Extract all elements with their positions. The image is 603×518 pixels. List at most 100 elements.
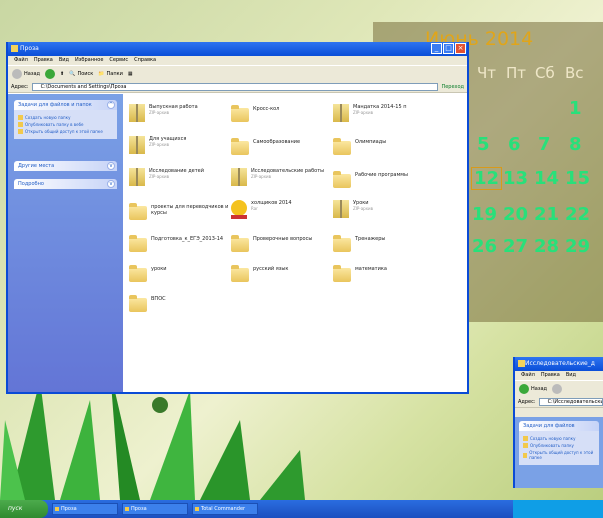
views-button[interactable]: ▦ [128, 71, 133, 77]
share-icon [18, 129, 23, 134]
file-item[interactable]: Для учащихся ZIP-архив [129, 136, 229, 154]
taskbar-button[interactable]: Проза [52, 503, 118, 515]
panel-header[interactable]: Подробно v [14, 179, 117, 189]
back-button[interactable]: Назад [12, 69, 40, 79]
menu-edit[interactable]: Правка [34, 56, 53, 65]
calendar-day[interactable]: 15 [565, 168, 590, 189]
item-name: проекты для переводчиков и курсы [151, 204, 229, 216]
calendar-day[interactable]: 19 [472, 204, 497, 225]
folder-item[interactable]: русский язык [231, 265, 331, 282]
calendar-day[interactable]: 21 [534, 204, 559, 225]
calendar-day[interactable]: 20 [503, 204, 528, 225]
up-arrow-icon: ⬆ [60, 71, 65, 77]
folder-item[interactable]: уроки [129, 265, 229, 282]
back-label: Назад [531, 386, 548, 392]
task-link[interactable]: Открыть общий доступ к этой папке [523, 450, 595, 460]
menu-favorites[interactable]: Избранное [75, 56, 103, 65]
title-bar[interactable]: Исследовательские_д [515, 357, 603, 371]
calendar-day[interactable]: 26 [472, 236, 497, 257]
folder-item[interactable]: Подготовка_к_ЕГЭ_2013-14 [129, 235, 229, 252]
calendar-day[interactable]: 14 [534, 168, 559, 189]
item-name: Проверочные вопросы [253, 236, 313, 242]
minimize-button[interactable]: _ [431, 43, 442, 54]
menu-help[interactable]: Справка [134, 56, 156, 65]
panel-title: Другие места [18, 163, 55, 169]
address-label: Адрес: [518, 399, 536, 405]
folder-item[interactable]: Самообразование [231, 138, 331, 155]
file-item[interactable]: холщиков 2014 Rar [231, 200, 331, 219]
folder-item[interactable]: ВПОС [129, 295, 229, 312]
panel-title: Задачи для файлов [523, 423, 575, 429]
title-bar[interactable]: Проза _ □ × [8, 42, 467, 56]
calendar-day[interactable]: 13 [503, 168, 528, 189]
task-link[interactable]: Опубликовать папку [523, 443, 595, 448]
task-label: Создать новую папку [530, 436, 576, 441]
folder-item[interactable]: проекты для переводчиков и курсы [129, 203, 229, 220]
item-name: Рабочие программы [355, 172, 408, 178]
task-link[interactable]: Опубликовать папку в вебе [18, 122, 113, 127]
menu-tools[interactable]: Сервис [109, 56, 128, 65]
calendar-day[interactable]: 28 [534, 236, 559, 257]
folder-icon [231, 138, 249, 155]
folder-item[interactable]: Рабочие программы [333, 171, 433, 188]
calendar-day[interactable]: 29 [565, 236, 590, 257]
menu-view[interactable]: Вид [566, 371, 576, 380]
item-name: Самообразование [253, 139, 301, 145]
file-item[interactable]: Выпускная работа ZIP-архив [129, 104, 229, 122]
menu-file[interactable]: Файл [521, 371, 535, 380]
file-item[interactable]: Исследовательские работы ZIP-архив [231, 168, 331, 186]
up-button[interactable]: ⬆ [60, 71, 64, 77]
back-arrow-icon [12, 69, 22, 79]
menu-file[interactable]: Файл [14, 56, 28, 65]
folder-item[interactable]: Тренажеры [333, 235, 433, 252]
task-link[interactable]: Открыть общий доступ к этой папке [18, 129, 113, 134]
panel-header[interactable]: Другие места v [14, 161, 117, 171]
folder-item[interactable]: Олимпиады [333, 138, 433, 155]
taskbar-button[interactable]: Total Commander [192, 503, 258, 515]
calendar-today[interactable]: 12 [470, 167, 503, 190]
weekday-label: Сб [535, 64, 555, 82]
file-item[interactable]: Уроки ZIP-архив [333, 200, 433, 218]
new-folder-icon [523, 436, 528, 441]
address-field[interactable]: C:\Исследовательские [538, 398, 603, 406]
calendar-day[interactable]: 22 [565, 204, 590, 225]
folder-item[interactable]: Проверочные вопросы [231, 235, 331, 252]
file-item[interactable]: Мандатка 2014-15 п ZIP-архив [333, 104, 433, 122]
chevron-down-icon[interactable]: v [107, 162, 115, 170]
folder-item[interactable]: Кросс-кол [231, 105, 331, 122]
chevron-up-icon[interactable]: ^ [107, 101, 115, 109]
folder-item[interactable]: математика [333, 265, 433, 282]
calendar-day[interactable]: 8 [569, 134, 582, 155]
folders-button[interactable]: 📁 Папки [98, 71, 123, 77]
forward-button[interactable] [45, 69, 56, 79]
second-explorer-window[interactable]: Исследовательские_д Файл Правка Вид Наза… [513, 357, 603, 488]
calendar-day[interactable]: 1 [569, 98, 582, 119]
calendar-day[interactable]: 5 [477, 134, 490, 155]
calendar-day[interactable]: 6 [508, 134, 521, 155]
back-button[interactable]: Назад [519, 384, 547, 394]
maximize-button[interactable]: □ [443, 43, 454, 54]
menu-edit[interactable]: Правка [541, 371, 560, 380]
folder-icon [518, 360, 525, 367]
menu-view[interactable]: Вид [59, 56, 69, 65]
task-link[interactable]: Создать новую папку [18, 115, 113, 120]
calendar-day[interactable]: 27 [503, 236, 528, 257]
forward-arrow-icon[interactable] [552, 384, 563, 394]
start-button[interactable]: пуск [0, 500, 48, 518]
panel-title: Подробно [18, 181, 44, 187]
address-field[interactable]: C:\Documents and Settings\Проза [31, 83, 439, 91]
web-publish-icon [523, 443, 528, 448]
calendar-day[interactable]: 7 [538, 134, 551, 155]
panel-header[interactable]: Задачи для файлов [519, 421, 599, 431]
task-link[interactable]: Создать новую папку [523, 436, 595, 441]
search-button[interactable]: 🔍 Поиск [69, 71, 93, 77]
task-label: Проза [131, 506, 147, 512]
explorer-window[interactable]: Проза _ □ × Файл Правка Вид Избранное Се… [6, 42, 469, 394]
close-button[interactable]: × [455, 43, 466, 54]
zip-icon [333, 104, 349, 122]
taskbar-button[interactable]: Проза [122, 503, 188, 515]
panel-header[interactable]: Задачи для файлов и папок ^ [14, 100, 117, 110]
file-item[interactable]: Исследование детей ZIP-архив [129, 168, 229, 186]
chevron-down-icon[interactable]: v [107, 180, 115, 188]
go-button[interactable]: Переход [441, 84, 467, 90]
